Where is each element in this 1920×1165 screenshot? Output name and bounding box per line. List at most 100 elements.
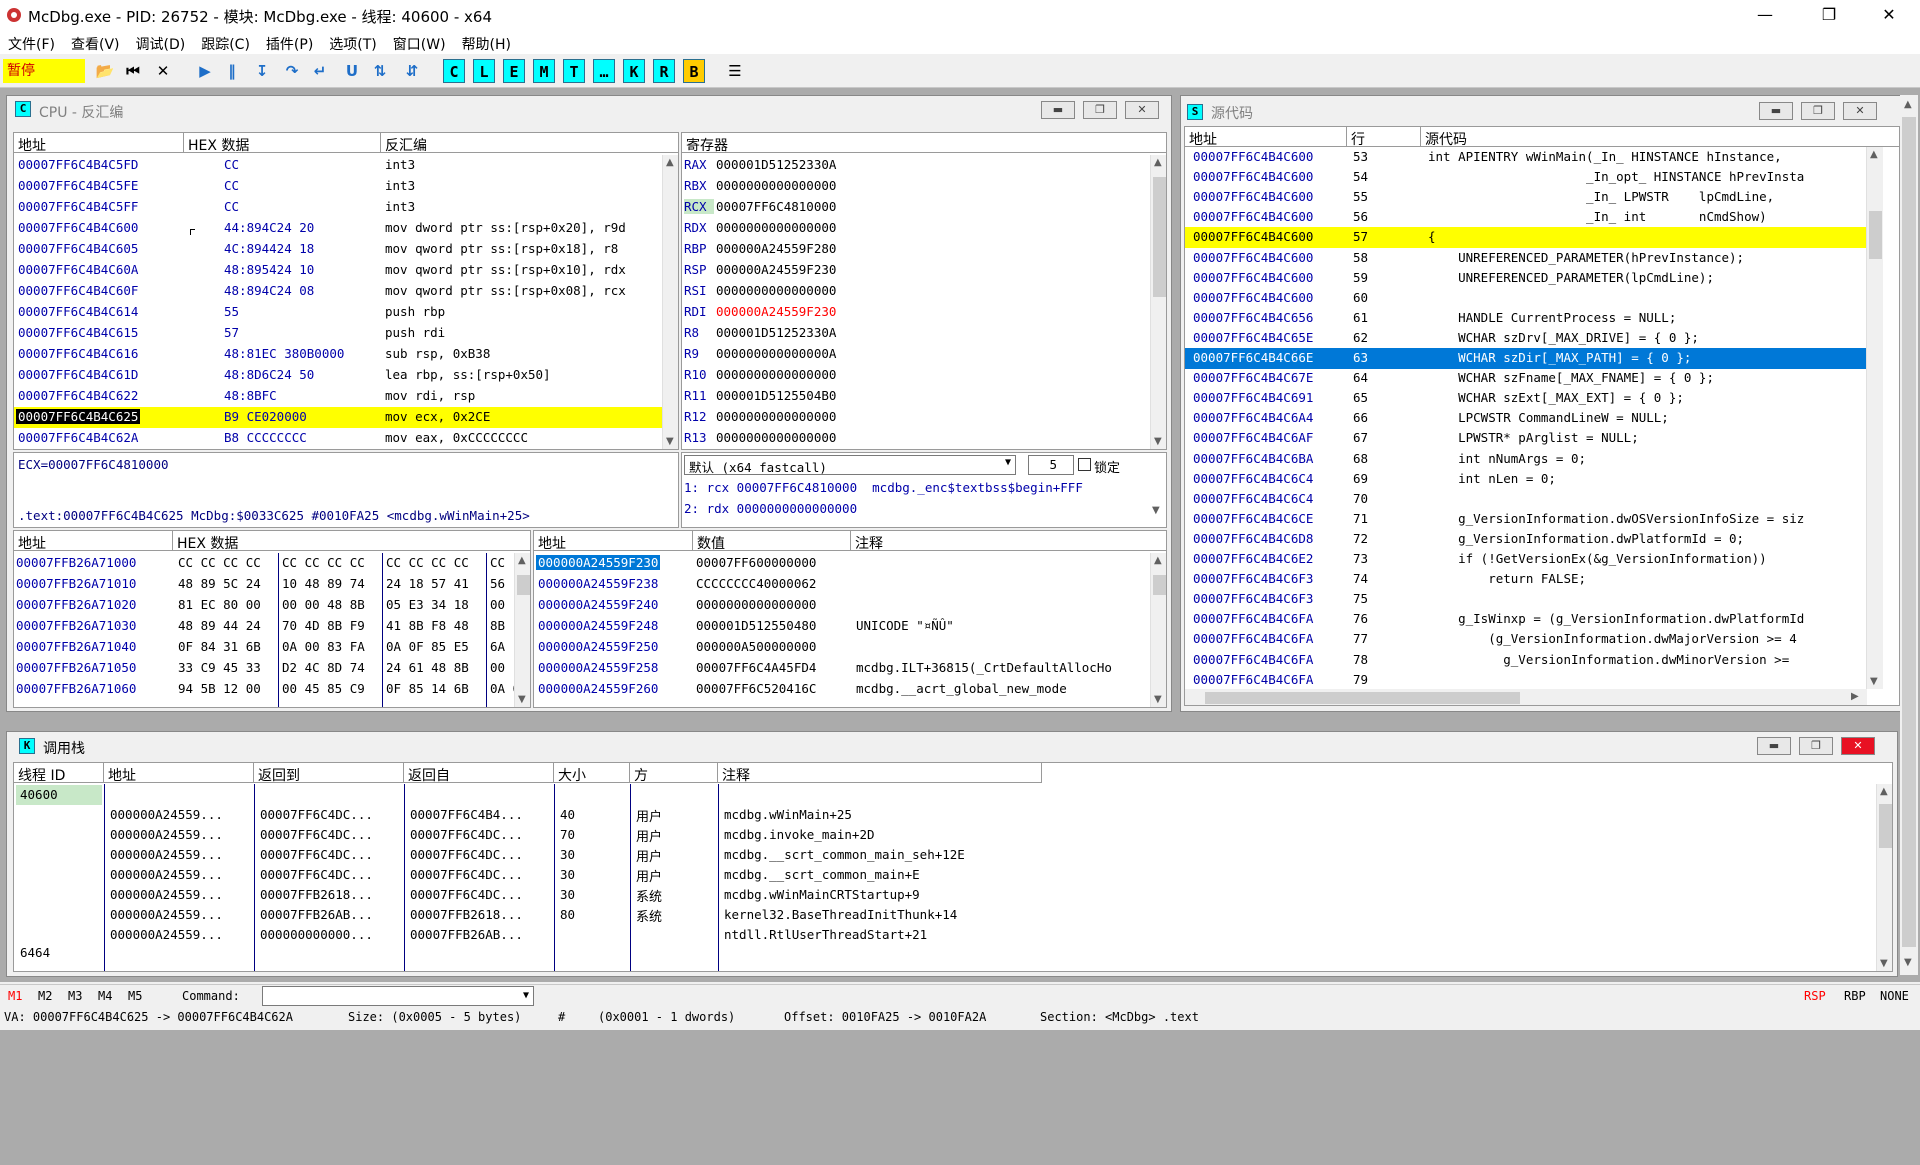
register-value[interactable]: 00007FF6C4810000: [716, 199, 836, 214]
dump-row[interactable]: 00007FFB26A71030 48 89 44 24 70 4D 8B F9 41…: [14, 616, 514, 637]
stack-address[interactable]: 000000A24559F258: [536, 660, 660, 675]
menu-view[interactable]: 查看(V): [63, 30, 128, 54]
dump-header-address[interactable]: 地址: [14, 531, 173, 552]
disasm-address[interactable]: 00007FF6C4B4C605: [16, 241, 140, 256]
source-row[interactable]: 00007FF6C4B4C6E2 73 if (!GetVersionEx(&g_…: [1185, 549, 1867, 570]
source-address[interactable]: 00007FF6C4B4C6FA: [1193, 611, 1313, 626]
source-row[interactable]: 00007FF6C4B4C6A4 66 LPCWSTR CommandLineW …: [1185, 408, 1867, 429]
scroll-up-icon[interactable]: ▲: [1154, 157, 1162, 168]
disasm-address[interactable]: 00007FF6C4B4C62A: [16, 430, 140, 445]
disasm-row[interactable]: 00007FF6C4B4C605 4C:894424 18 mov qword pt…: [14, 239, 664, 260]
source-row[interactable]: 00007FF6C4B4C6CE 71 g_VersionInformation.…: [1185, 509, 1867, 530]
memory-tab-m4[interactable]: M4: [98, 989, 112, 1003]
callstack-row[interactable]: 000000A24559... 00007FF6C4DC... 00007FF6C4…: [14, 865, 1874, 886]
minimize-pane-icon[interactable]: ▬: [1757, 737, 1791, 755]
stack-row[interactable]: 000000A24559F250 000000A500000000: [534, 637, 1150, 658]
disasm-row[interactable]: 00007FF6C4B4C61D 48:8D6C24 50 lea rbp, ss:…: [14, 365, 664, 386]
register-value[interactable]: 0000000000000000: [716, 367, 836, 382]
disasm-address[interactable]: 00007FF6C4B4C5FD: [16, 157, 140, 172]
disasm-address[interactable]: 00007FF6C4B4C60A: [16, 262, 140, 277]
lock-checkbox[interactable]: [1078, 458, 1091, 471]
minimize-window-icon[interactable]: —: [1742, 0, 1788, 30]
register-row[interactable]: RAX 000001D51252330A: [682, 155, 1152, 176]
disasm-row[interactable]: 00007FF6C4B4C622 48:8BFC mov rdi, rsp: [14, 386, 664, 407]
source-row[interactable]: 00007FF6C4B4C691 65 WCHAR szExt[_MAX_EXT]…: [1185, 388, 1867, 409]
source-address[interactable]: 00007FF6C4B4C600: [1193, 250, 1313, 265]
source-row[interactable]: 00007FF6C4B4C6FA 76 g_IsWinxp = (g_Versio…: [1185, 609, 1867, 630]
scroll-thumb[interactable]: [1153, 177, 1166, 297]
source-row[interactable]: 00007FF6C4B4C66E 63 WCHAR szDir[_MAX_PATH…: [1185, 348, 1867, 369]
scroll-down-icon[interactable]: ▼: [1870, 676, 1878, 687]
threads-window-button[interactable]: T: [563, 59, 585, 83]
stack-header-comment[interactable]: 注释: [851, 531, 1166, 552]
dump-address[interactable]: 00007FFB26A71010: [16, 576, 136, 591]
pause-icon[interactable]: ‖: [222, 59, 242, 83]
scroll-up-icon[interactable]: ▲: [1904, 99, 1912, 110]
restore-pane-icon[interactable]: ❐: [1799, 737, 1833, 755]
close-pane-icon[interactable]: ✕: [1125, 101, 1159, 119]
stack-scrollbar[interactable]: ▲ ▼: [1150, 553, 1166, 707]
source-address[interactable]: 00007FF6C4B4C656: [1193, 310, 1313, 325]
restore-pane-icon[interactable]: ❐: [1083, 101, 1117, 119]
register-value[interactable]: 000000A24559F230: [716, 262, 836, 277]
dump-header-hex[interactable]: HEX 数据: [173, 531, 530, 552]
memory-dump-pane[interactable]: 地址 HEX 数据 00007FFB26A71000 CC CC CC CC CC …: [13, 530, 531, 708]
callstack-row[interactable]: 000000A24559... 000000000000... 00007FFB26…: [14, 925, 1874, 946]
register-row[interactable]: R9 000000000000000A: [682, 344, 1152, 365]
dump-row[interactable]: 00007FFB26A71020 81 EC 80 00 00 00 48 8B 05…: [14, 595, 514, 616]
disasm-address[interactable]: 00007FF6C4B4C616: [16, 346, 140, 361]
disasm-address[interactable]: 00007FF6C4B4C5FF: [16, 199, 140, 214]
stack-pane[interactable]: 地址 数值 注释 000000A24559F230 00007FF60000000…: [533, 530, 1167, 708]
menu-options[interactable]: 选项(T): [321, 30, 384, 54]
disasm-row[interactable]: 00007FF6C4B4C5FD CC int3: [14, 155, 664, 176]
register-value[interactable]: 0000000000000000: [716, 178, 836, 193]
memory-window-button[interactable]: M: [533, 59, 555, 83]
stack-row[interactable]: 000000A24559F230 00007FF600000000: [534, 553, 1150, 574]
source-address[interactable]: 00007FF6C4B4C66E: [1193, 350, 1313, 365]
disasm-header-address[interactable]: 地址: [14, 133, 184, 154]
source-address[interactable]: 00007FF6C4B4C600: [1193, 290, 1313, 305]
register-value[interactable]: 000001D5125504B0: [716, 388, 836, 403]
disasm-row[interactable]: 00007FF6C4B4C600 44:894C24 20 mov dword pt…: [14, 218, 664, 239]
source-address[interactable]: 00007FF6C4B4C6D8: [1193, 531, 1313, 546]
source-row[interactable]: 00007FF6C4B4C600 54 _In_opt_ HINSTANCE hP…: [1185, 167, 1867, 188]
trace-over-icon[interactable]: ⇵: [402, 59, 422, 83]
disasm-header-hex[interactable]: HEX 数据: [184, 133, 381, 154]
register-value[interactable]: 000001D51252330A: [716, 325, 836, 340]
scroll-thumb[interactable]: [1879, 804, 1892, 848]
source-address[interactable]: 00007FF6C4B4C6C4: [1193, 491, 1313, 506]
scroll-thumb[interactable]: [1153, 575, 1166, 595]
source-vscrollbar[interactable]: ▲ ▼: [1866, 147, 1883, 689]
stack-address[interactable]: 000000A24559F238: [536, 576, 660, 591]
disasm-row[interactable]: 00007FF6C4B4C60A 48:895424 10 mov qword pt…: [14, 260, 664, 281]
source-row[interactable]: 00007FF6C4B4C6F3 74 return FALSE;: [1185, 569, 1867, 590]
register-row[interactable]: R12 0000000000000000: [682, 407, 1152, 428]
register-row[interactable]: RDX 0000000000000000: [682, 218, 1152, 239]
dump-address[interactable]: 00007FFB26A71000: [16, 555, 136, 570]
source-row[interactable]: 00007FF6C4B4C656 61 HANDLE CurrentProcess…: [1185, 308, 1867, 329]
source-address[interactable]: 00007FF6C4B4C691: [1193, 390, 1313, 405]
source-address[interactable]: 00007FF6C4B4C6AF: [1193, 430, 1313, 445]
memory-tab-m3[interactable]: M3: [68, 989, 82, 1003]
restart-icon[interactable]: ⏮: [122, 59, 144, 83]
callstack-scrollbar[interactable]: ▲ ▼: [1876, 784, 1892, 971]
register-pane[interactable]: 寄存器 RAX 000001D51252330A RBX 00000000000000…: [681, 132, 1167, 450]
disasm-address[interactable]: 00007FF6C4B4C615: [16, 325, 140, 340]
register-row[interactable]: R11 000001D5125504B0: [682, 386, 1152, 407]
dump-scrollbar[interactable]: ▲ ▼: [514, 553, 530, 707]
register-value[interactable]: 000001D51252330A: [716, 157, 836, 172]
source-header-line[interactable]: 行: [1347, 127, 1421, 148]
source-address[interactable]: 00007FF6C4B4C65E: [1193, 330, 1313, 345]
disasm-row[interactable]: 00007FF6C4B4C60F 48:894C24 08 mov qword pt…: [14, 281, 664, 302]
scroll-down-icon[interactable]: ▼: [1154, 694, 1162, 705]
source-address[interactable]: 00007FF6C4B4C6C4: [1193, 471, 1313, 486]
callstack-row[interactable]: 000000A24559... 00007FF6C4DC... 00007FF6C4…: [14, 825, 1874, 846]
source-address[interactable]: 00007FF6C4B4C6FA: [1193, 631, 1313, 646]
source-address[interactable]: 00007FF6C4B4C6E2: [1193, 551, 1313, 566]
source-row[interactable]: 00007FF6C4B4C6F3 75: [1185, 589, 1867, 610]
dump-row[interactable]: 00007FFB26A71010 48 89 5C 24 10 48 89 74 24…: [14, 574, 514, 595]
more-windows-button[interactable]: …: [593, 59, 615, 83]
dump-address[interactable]: 00007FFB26A71030: [16, 618, 136, 633]
calling-convention-select[interactable]: 默认 (x64 fastcall) ▼: [684, 455, 1016, 475]
scroll-right-icon[interactable]: ▶: [1851, 691, 1859, 702]
